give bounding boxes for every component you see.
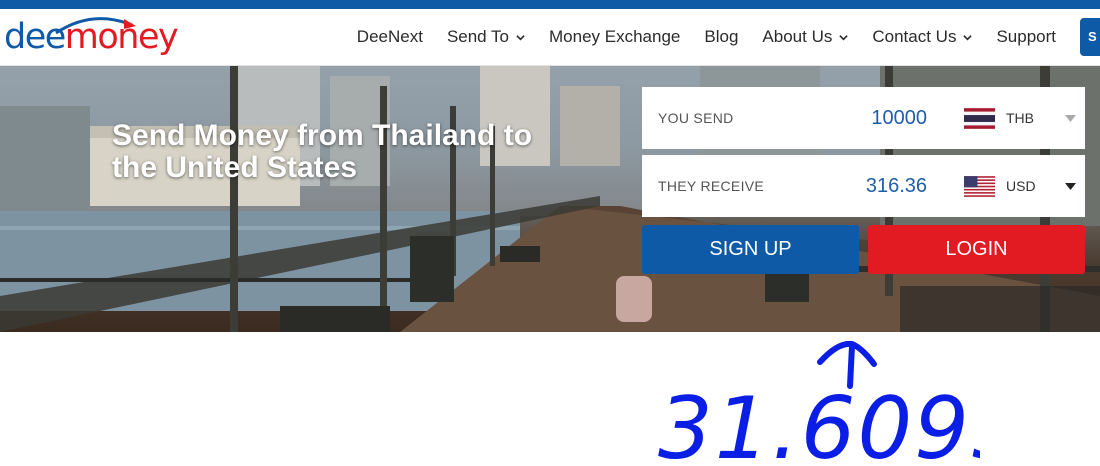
send-currency-select[interactable]: THB	[964, 106, 1076, 130]
nav-item-send-to[interactable]: Send To	[447, 27, 525, 47]
receive-amount-input[interactable]: 316.36	[807, 155, 927, 217]
site-header: deemoney DeeNext Send To Money Exchange …	[0, 9, 1100, 66]
sign-up-button[interactable]: SIGN UP	[642, 225, 859, 274]
you-send-label: YOU SEND	[658, 110, 734, 126]
nav-label: DeeNext	[356, 27, 423, 46]
you-send-field: YOU SEND 10000 THB	[642, 87, 1085, 149]
main-nav: DeeNext Send To Money Exchange Blog Abou…	[357, 9, 1100, 65]
logo-text-money: money	[64, 17, 179, 57]
send-currency-code: THB	[1006, 110, 1034, 126]
nav-item-support[interactable]: Support	[996, 27, 1056, 47]
nav-cta-button[interactable]: S	[1080, 18, 1100, 56]
receive-currency-code: USD	[1006, 178, 1036, 194]
caret-down-icon	[1065, 115, 1076, 122]
chevron-down-icon	[963, 34, 973, 40]
us-flag-icon	[964, 176, 995, 197]
chevron-down-icon	[839, 34, 849, 40]
they-receive-label: THEY RECEIVE	[658, 178, 765, 194]
deemoney-logo[interactable]: deemoney	[4, 15, 194, 59]
send-amount-input[interactable]: 10000	[807, 87, 927, 149]
nav-label: Support	[996, 27, 1056, 46]
nav-label: About Us	[762, 27, 833, 46]
they-receive-field: THEY RECEIVE 316.36 USD	[642, 155, 1085, 217]
logo-text-dee: dee	[4, 17, 66, 57]
top-accent-bar	[0, 0, 1100, 9]
nav-item-about-us[interactable]: About Us	[762, 27, 849, 47]
receive-currency-select[interactable]: USD	[964, 174, 1076, 198]
nav-label: Money Exchange	[549, 27, 681, 46]
nav-label: Blog	[704, 27, 739, 46]
caret-down-icon	[1065, 183, 1076, 190]
nav-item-blog[interactable]: Blog	[704, 27, 738, 47]
nav-label: Contact Us	[872, 27, 957, 46]
nav-item-contact-us[interactable]: Contact Us	[872, 27, 973, 47]
login-button[interactable]: LOGIN	[868, 225, 1085, 274]
nav-label: Send To	[446, 27, 510, 46]
hero-title: Send Money from Thailand to the United S…	[112, 119, 533, 184]
handwritten-annotation: 31.6095	[658, 340, 980, 466]
thailand-flag-icon	[964, 108, 995, 129]
nav-item-money-exchange[interactable]: Money Exchange	[549, 27, 680, 47]
nav-item-deenext[interactable]: DeeNext	[357, 27, 423, 47]
annotation-text: 31.6095	[658, 379, 980, 466]
chevron-down-icon	[516, 34, 525, 40]
